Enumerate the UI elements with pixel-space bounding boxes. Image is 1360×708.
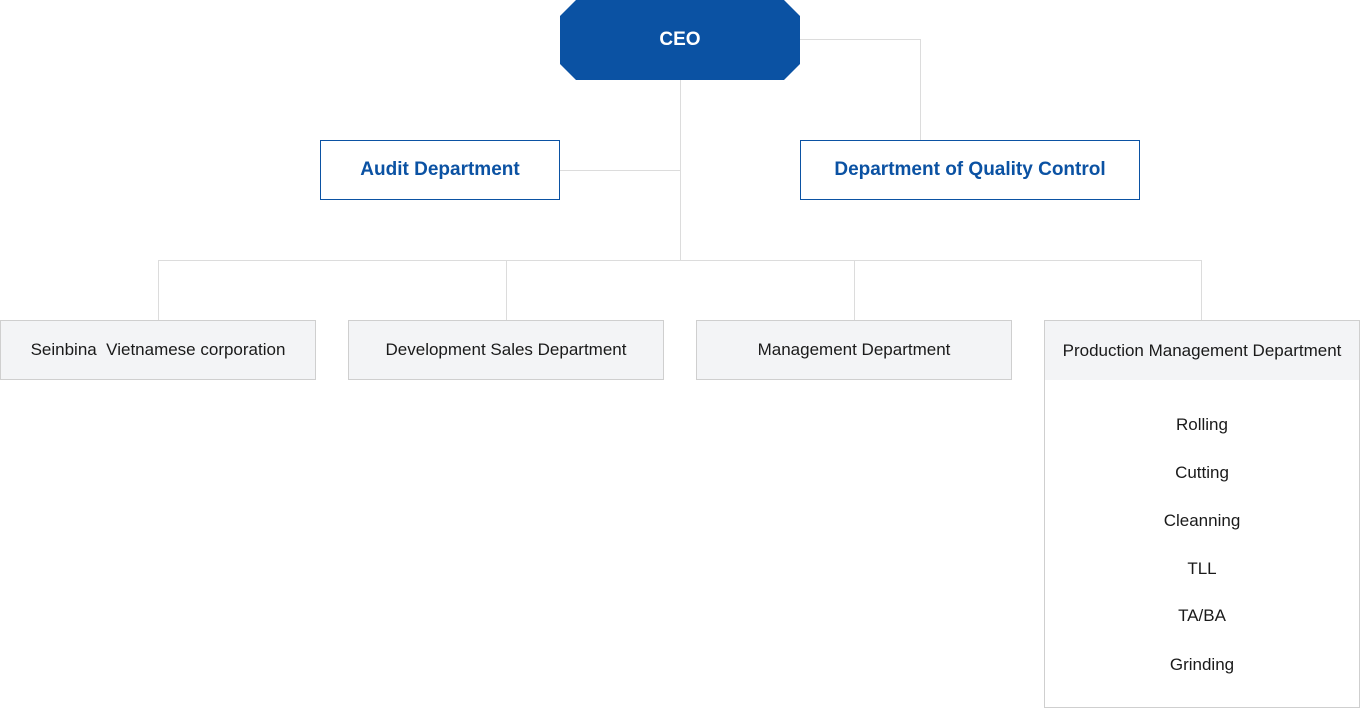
seinbina-vietnam-node: Seinbina Vietnamese corporation: [0, 320, 316, 380]
production-management-title: Production Management Department: [1045, 321, 1359, 380]
management-department-node: Management Department: [696, 320, 1012, 380]
connector-departments-bus: [158, 260, 1202, 261]
production-unit: Rolling: [1176, 415, 1228, 434]
connector-ceo-quality-v: [920, 39, 921, 140]
connector-dept-2: [506, 260, 507, 320]
quality-control-node: Department of Quality Control: [800, 140, 1140, 200]
connector-dept-4: [1201, 260, 1202, 320]
production-unit: Cleanning: [1163, 511, 1241, 530]
production-management-node: Production Management Department Rolling…: [1044, 320, 1360, 708]
development-sales-node: Development Sales Department: [348, 320, 664, 380]
connector-ceo-quality-h: [800, 39, 921, 40]
connector-dept-1: [158, 260, 159, 320]
connector-dept-3: [854, 260, 855, 320]
production-unit: TLL: [1187, 559, 1217, 578]
production-unit: TA/BA: [1178, 606, 1226, 625]
production-unit: Grinding: [1169, 655, 1235, 674]
ceo-node: CEO: [560, 0, 800, 80]
audit-department-node: Audit Department: [320, 140, 560, 200]
production-unit: Cutting: [1175, 463, 1229, 482]
connector-audit: [560, 170, 681, 171]
